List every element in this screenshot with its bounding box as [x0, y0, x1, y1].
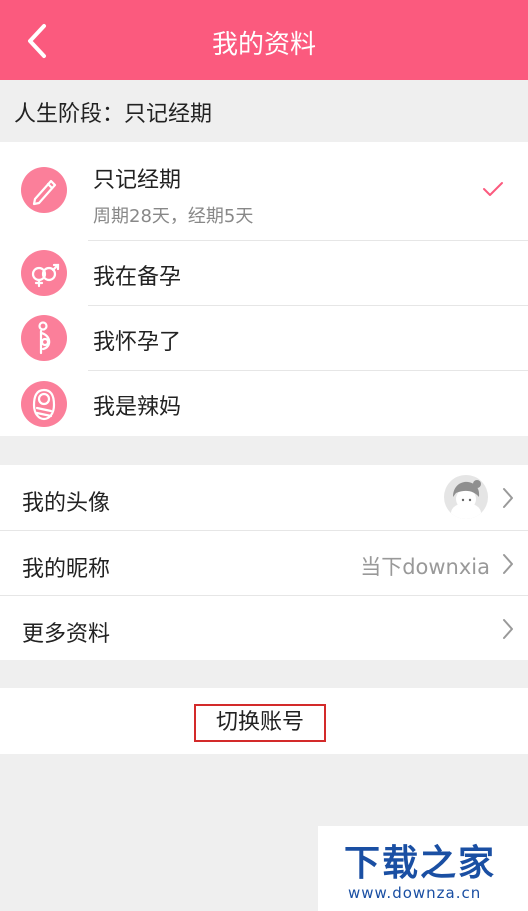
more-info-row[interactable]: 更多资料 — [0, 596, 528, 661]
switch-account-row: 切换账号 — [0, 688, 528, 754]
avatar-label: 我的头像 — [22, 491, 111, 516]
chevron-right-icon — [503, 619, 513, 639]
stage-item-period[interactable]: 只记经期 周期28天，经期5天 — [0, 142, 528, 240]
checkmark-icon — [483, 182, 503, 196]
life-stage-list: 只记经期 周期28天，经期5天 我在备孕 我怀孕了 我是辣妈 — [0, 142, 528, 436]
stage-subtitle: 周期28天，经期5天 — [93, 206, 254, 227]
baby-icon — [21, 381, 67, 427]
chevron-right-icon — [503, 488, 513, 508]
chevron-right-icon — [503, 554, 513, 574]
nickname-label: 我的昵称 — [22, 557, 111, 582]
profile-list: 我的头像 我的昵称 当下downxia 更多资料 — [0, 465, 528, 660]
stage-name: 我是辣妈 — [93, 395, 182, 420]
stage-name: 我怀孕了 — [93, 330, 182, 355]
page-title: 我的资料 — [211, 30, 316, 60]
stage-item-preparing[interactable]: 我在备孕 — [0, 241, 528, 305]
avatar-row[interactable]: 我的头像 — [0, 465, 528, 530]
watermark-title: 下载之家 — [344, 843, 497, 884]
stage-name: 我在备孕 — [93, 265, 182, 290]
switch-account-button[interactable]: 切换账号 — [194, 704, 326, 742]
gender-symbols-icon — [21, 250, 67, 296]
nickname-value: 当下downxia — [360, 555, 490, 579]
pen-icon — [21, 167, 67, 213]
watermark-url: www.downza.cn — [348, 884, 482, 902]
stage-name: 只记经期 — [93, 168, 182, 193]
stage-item-mom[interactable]: 我是辣妈 — [0, 371, 528, 436]
top-bar: 我的资料 — [0, 0, 528, 80]
watermark-logo: 下载之家 www.downza.cn — [318, 826, 528, 911]
pregnant-icon — [21, 315, 67, 361]
avatar — [444, 475, 488, 519]
more-info-label: 更多资料 — [22, 622, 111, 647]
stage-item-pregnant[interactable]: 我怀孕了 — [0, 306, 528, 370]
nickname-row[interactable]: 我的昵称 当下downxia — [0, 531, 528, 596]
life-stage-label: 人生阶段：只记经期 — [14, 102, 213, 127]
